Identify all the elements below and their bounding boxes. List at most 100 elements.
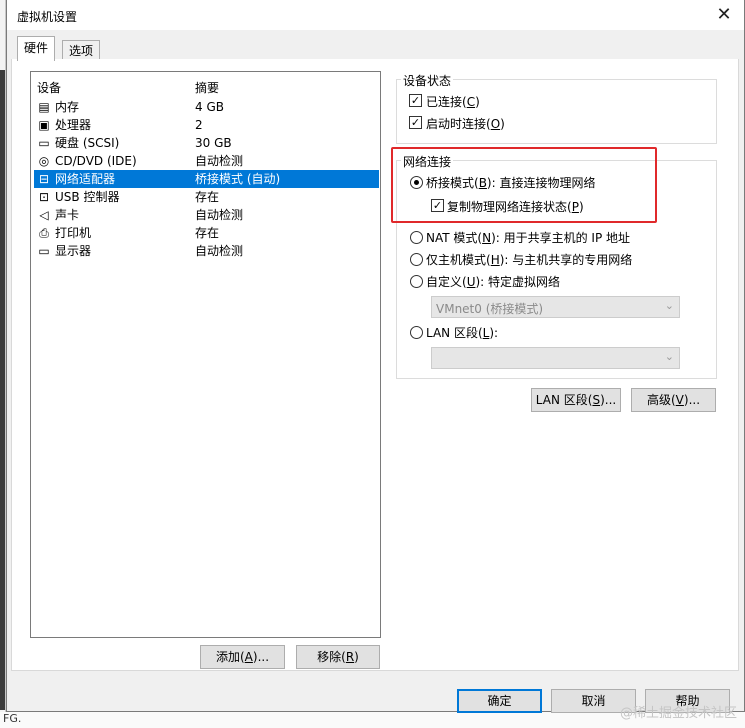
- add-button[interactable]: 添加(A)...: [200, 645, 285, 669]
- device-row-sound-card[interactable]: ◁ 声卡 自动检测: [34, 206, 379, 224]
- lan-segment-label-suffix: ):: [489, 326, 499, 340]
- connected-accel: C: [466, 95, 476, 109]
- connected-label[interactable]: 已连接(C): [426, 93, 480, 110]
- add-button-label: 添加(: [215, 650, 245, 664]
- device-row-network-adapter[interactable]: ⊟ 网络适配器 桥接模式 (自动): [34, 170, 379, 188]
- device-row-cd-dvd[interactable]: ◎ CD/DVD (IDE) 自动检测: [34, 152, 379, 170]
- connect-at-power-on-label[interactable]: 启动时连接(O): [426, 115, 505, 132]
- connect-at-power-on-checkbox[interactable]: ✓: [409, 116, 422, 129]
- ok-button[interactable]: 确定: [457, 689, 542, 713]
- remove-button-suffix: ): [354, 650, 359, 664]
- custom-network-select[interactable]: VMnet0 (桥接模式) ⌄: [431, 296, 680, 318]
- connected-label-suffix: ): [475, 95, 480, 109]
- nat-label[interactable]: NAT 模式(N): 用于共享主机的 IP 地址: [426, 229, 630, 246]
- network-adapter-icon: ⊟: [38, 172, 50, 186]
- custom-network-value: VMnet0 (桥接模式): [436, 302, 544, 316]
- connected-label-text: 已连接(: [426, 95, 467, 109]
- advanced-button-label: 高级(: [646, 393, 676, 407]
- host-only-accel: H: [490, 253, 500, 267]
- device-summary: 存在: [195, 190, 220, 204]
- window-title: 虚拟机设置: [17, 10, 78, 24]
- lan-segment-radio[interactable]: [410, 326, 423, 339]
- background-window-strip: [0, 70, 5, 710]
- lan-segments-button-label: LAN 区段(: [535, 393, 593, 407]
- printer-icon: ⎙: [39, 226, 49, 240]
- device-name: 处理器: [55, 118, 92, 132]
- device-name: 硬盘 (SCSI): [55, 136, 120, 150]
- power-on-accel: O: [490, 117, 501, 131]
- device-row-processor[interactable]: ▣ 处理器 2: [34, 116, 379, 134]
- device-row-memory[interactable]: ▤ 内存 4 GB: [34, 98, 379, 116]
- sound-card-icon: ◁: [39, 208, 49, 222]
- custom-label-text: 自定义(: [426, 275, 467, 289]
- vm-settings-dialog: 虚拟机设置 ✕ 硬件 选项 设备 摘要 ▤ 内存 4 GB ▣ 处理器 2 ▭ …: [6, 0, 745, 713]
- device-name: CD/DVD (IDE): [55, 154, 137, 168]
- device-name: 显示器: [55, 244, 92, 258]
- nat-radio[interactable]: [410, 231, 423, 244]
- device-row-printer[interactable]: ⎙ 打印机 存在: [34, 224, 379, 242]
- watermark: @稀土掘金技术社区: [619, 706, 737, 721]
- device-summary: 2: [195, 118, 203, 132]
- device-row-usb[interactable]: ⊡ USB 控制器 存在: [34, 188, 379, 206]
- tab-options[interactable]: 选项: [62, 40, 101, 59]
- custom-label-suffix: ): 特定虚拟网络: [475, 275, 561, 289]
- nat-label-suffix: ): 用于共享主机的 IP 地址: [491, 231, 631, 245]
- lan-segment-label[interactable]: LAN 区段(L):: [426, 324, 498, 341]
- lan-segments-button[interactable]: LAN 区段(S)...: [531, 388, 621, 412]
- lan-segments-accel: S: [592, 393, 601, 407]
- device-name: 打印机: [55, 226, 92, 240]
- device-list[interactable]: 设备 摘要 ▤ 内存 4 GB ▣ 处理器 2 ▭ 硬盘 (SCSI) 30 G…: [30, 71, 381, 638]
- device-summary: 4 GB: [195, 100, 224, 114]
- nat-accel: N: [482, 231, 492, 245]
- remove-button[interactable]: 移除(R): [296, 645, 380, 669]
- chevron-down-icon: ⌄: [664, 299, 674, 312]
- tab-hardware[interactable]: 硬件: [17, 36, 56, 61]
- device-summary: 30 GB: [195, 136, 232, 150]
- processor-icon: ▣: [38, 118, 50, 132]
- chevron-down-icon: ⌄: [664, 350, 674, 363]
- device-row-hard-disk[interactable]: ▭ 硬盘 (SCSI) 30 GB: [34, 134, 379, 152]
- column-header-summary[interactable]: 摘要: [195, 79, 219, 96]
- column-header-device[interactable]: 设备: [37, 79, 61, 96]
- remove-button-accel: R: [345, 650, 355, 664]
- lan-segment-label-text: LAN 区段(: [426, 326, 483, 340]
- device-summary: 自动检测: [195, 154, 244, 168]
- nat-label-text: NAT 模式(: [426, 231, 483, 245]
- custom-label[interactable]: 自定义(U): 特定虚拟网络: [426, 273, 560, 290]
- device-summary: 桥接模式 (自动): [195, 172, 281, 186]
- host-only-radio[interactable]: [410, 253, 423, 266]
- advanced-button-suffix: )...: [683, 393, 701, 407]
- device-name: 声卡: [55, 208, 80, 222]
- display-icon: ▭: [38, 244, 50, 258]
- host-only-label[interactable]: 仅主机模式(H): 与主机共享的专用网络: [426, 251, 632, 268]
- host-only-label-suffix: ): 与主机共享的专用网络: [499, 253, 633, 267]
- add-button-accel: A: [244, 650, 253, 664]
- hard-disk-icon: ▭: [38, 136, 50, 150]
- device-name: 内存: [55, 100, 80, 114]
- device-name: USB 控制器: [55, 190, 120, 204]
- power-on-label-suffix: ): [500, 117, 505, 131]
- device-summary: 自动检测: [195, 208, 244, 222]
- memory-icon: ▤: [38, 100, 50, 114]
- device-name: 网络适配器: [55, 172, 116, 186]
- title-bar[interactable]: 虚拟机设置 ✕: [7, 0, 744, 30]
- power-on-label-text: 启动时连接(: [426, 117, 491, 131]
- device-summary: 自动检测: [195, 244, 244, 258]
- lan-segment-select[interactable]: ⌄: [431, 347, 680, 369]
- highlight-annotation-box: [391, 147, 657, 223]
- custom-radio[interactable]: [410, 275, 423, 288]
- device-summary: 存在: [195, 226, 220, 240]
- lan-segments-button-suffix: )...: [600, 393, 617, 407]
- device-status-title: 设备状态: [401, 72, 454, 89]
- connected-checkbox[interactable]: ✓: [409, 94, 422, 107]
- close-icon[interactable]: ✕: [712, 3, 736, 27]
- device-row-display[interactable]: ▭ 显示器 自动检测: [34, 242, 379, 260]
- add-button-suffix: )...: [252, 650, 270, 664]
- background-text-fragment: FG.: [3, 712, 22, 725]
- usb-icon: ⊡: [38, 190, 50, 204]
- cd-dvd-icon: ◎: [38, 154, 50, 168]
- host-only-label-text: 仅主机模式(: [426, 253, 491, 267]
- advanced-button[interactable]: 高级(V)...: [631, 388, 716, 412]
- advanced-accel: V: [675, 393, 684, 407]
- remove-button-label: 移除(: [317, 650, 346, 664]
